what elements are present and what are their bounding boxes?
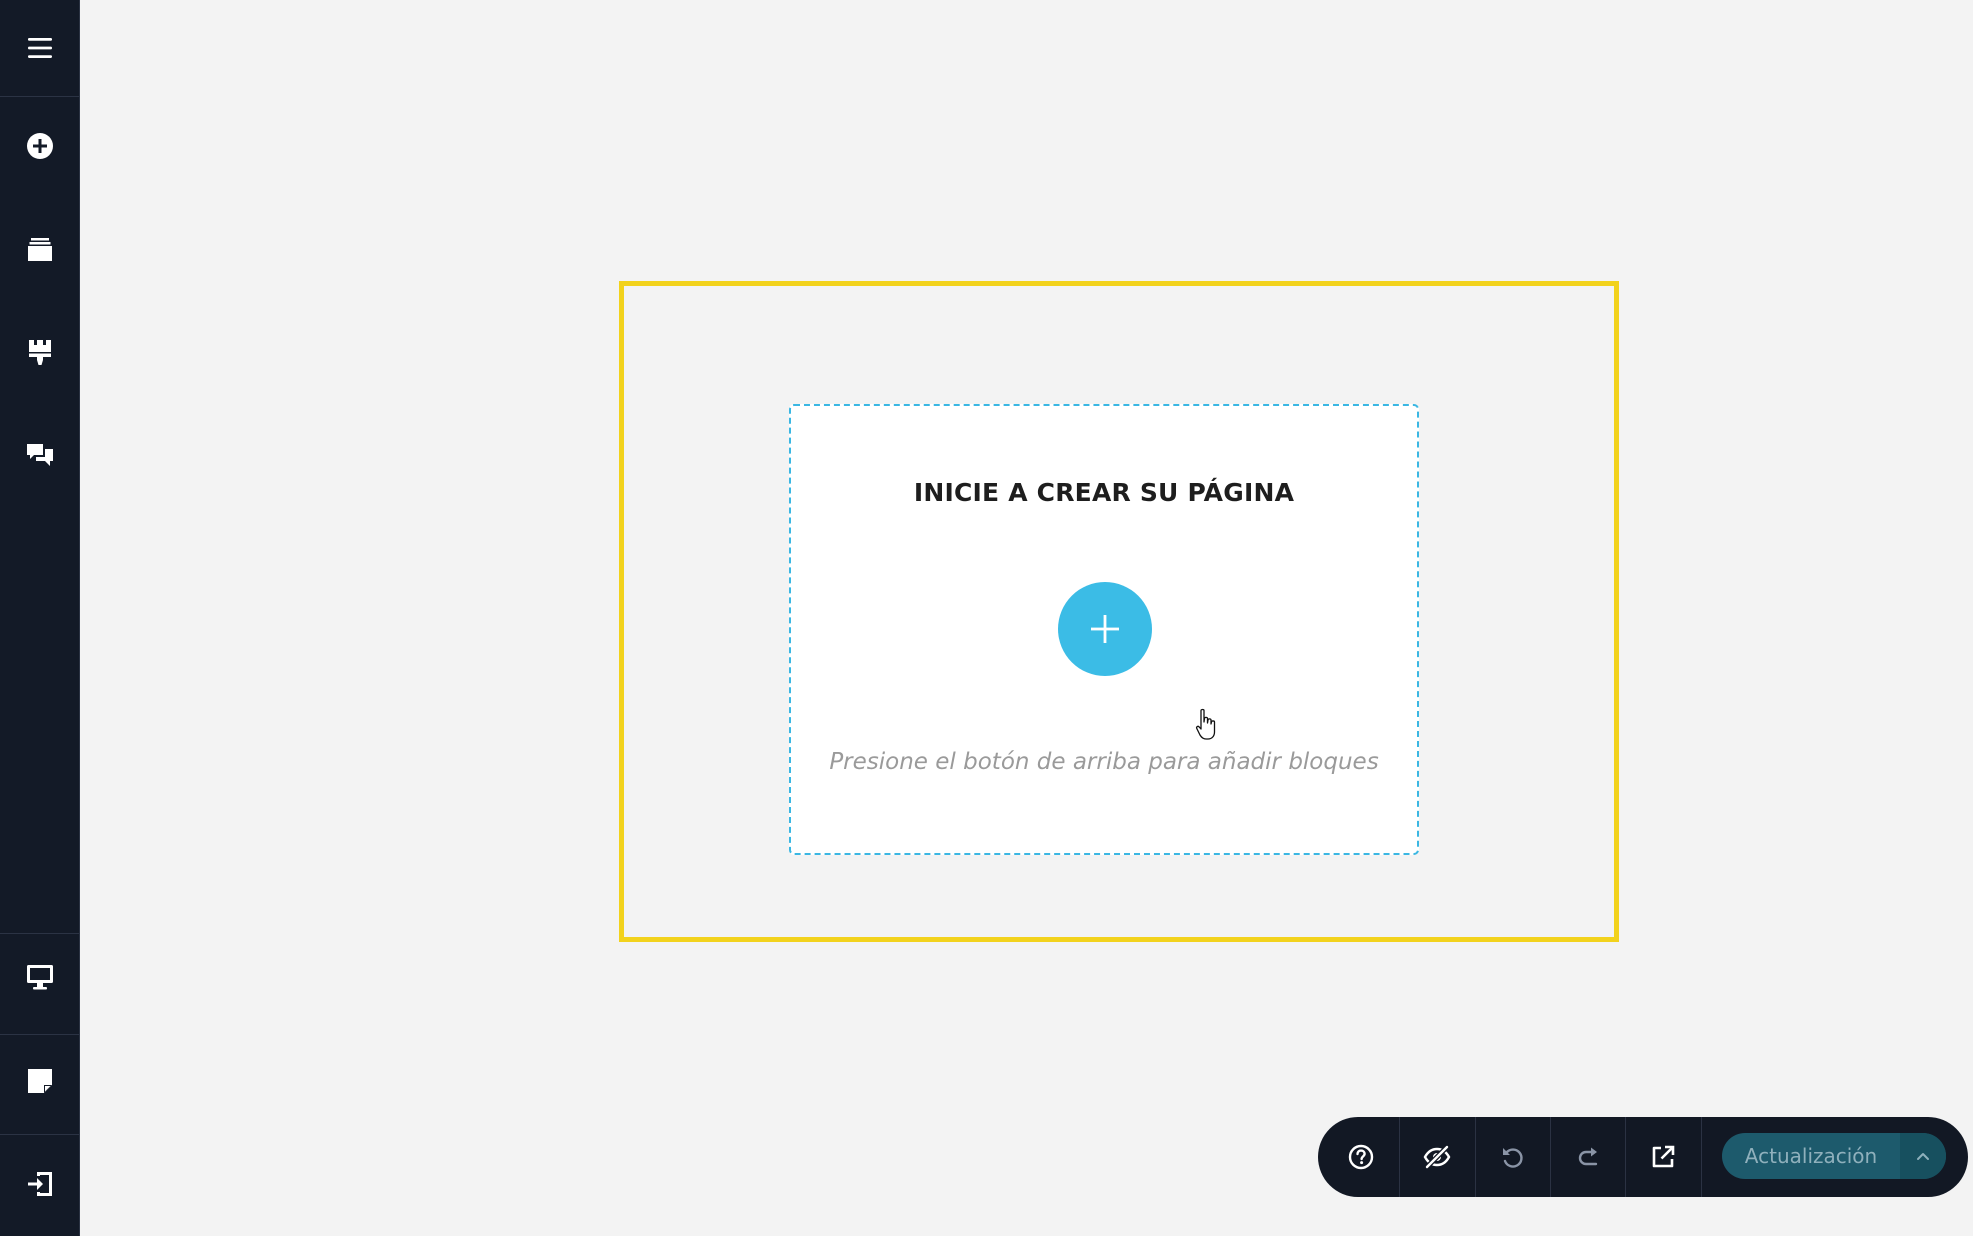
sidebar-divider: [0, 96, 79, 97]
sidebar-divider: [0, 1134, 79, 1135]
update-button-group: Actualización: [1722, 1133, 1946, 1179]
hand-pointer-cursor-icon: [1195, 708, 1216, 740]
comments-icon: [26, 444, 53, 466]
toolbar-separator: [1701, 1117, 1702, 1197]
layers-icon: [27, 238, 52, 261]
menu-button[interactable]: [0, 0, 79, 96]
redo-icon: [1578, 1147, 1598, 1166]
undo-button[interactable]: [1476, 1117, 1550, 1197]
hide-preview-button[interactable]: [1400, 1117, 1474, 1197]
update-options-button[interactable]: [1900, 1133, 1946, 1179]
empty-page-dropzone[interactable]: INICIE A CREAR SU PÁGINA Presione el bot…: [789, 404, 1419, 855]
editor-sidebar: [0, 0, 80, 1236]
plus-circle-icon: [26, 133, 53, 159]
redo-button[interactable]: [1551, 1117, 1625, 1197]
editor-bottom-toolbar: Actualización: [1318, 1117, 1968, 1197]
exit-button[interactable]: [0, 1136, 79, 1232]
sticky-note-icon: [27, 1069, 52, 1093]
add-block-button[interactable]: [1058, 582, 1152, 676]
paint-brush-icon: [28, 340, 51, 365]
hamburger-menu-icon: [27, 38, 52, 58]
exit-icon: [27, 1172, 52, 1196]
desktop-icon: [26, 965, 53, 990]
add-element-button[interactable]: [0, 98, 79, 194]
open-external-button[interactable]: [1626, 1117, 1700, 1197]
external-link-icon: [1652, 1145, 1675, 1168]
design-button[interactable]: [0, 304, 79, 400]
dropzone-hint: Presione el botón de arriba para añadir …: [829, 749, 1379, 775]
question-circle-icon: [1348, 1144, 1374, 1170]
pages-button[interactable]: [0, 202, 79, 298]
plus-icon: [1091, 615, 1119, 643]
help-button[interactable]: [1324, 1117, 1398, 1197]
chevron-up-icon: [1917, 1153, 1929, 1160]
notes-button[interactable]: [0, 1033, 79, 1129]
eye-slash-icon: [1423, 1145, 1451, 1169]
comments-button[interactable]: [0, 407, 79, 503]
update-button[interactable]: Actualización: [1722, 1133, 1900, 1179]
desktop-preview-button[interactable]: [0, 929, 79, 1025]
undo-icon: [1503, 1148, 1523, 1168]
dropzone-title: INICIE A CREAR SU PÁGINA: [913, 478, 1295, 507]
